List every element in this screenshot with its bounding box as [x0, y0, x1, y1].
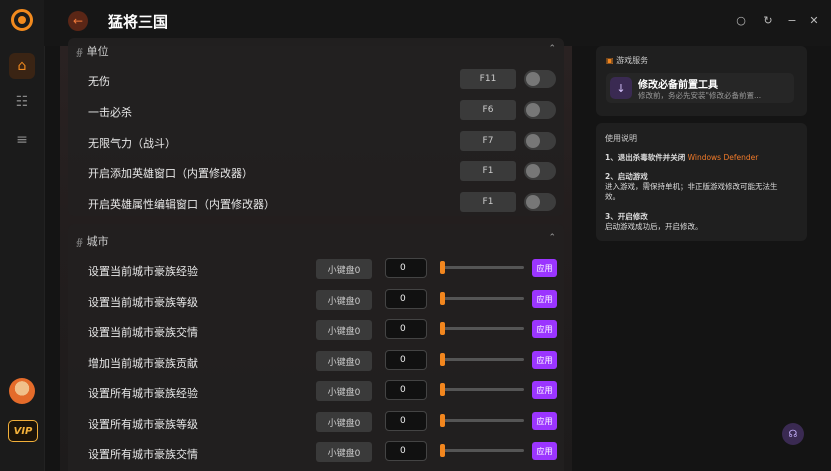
avatar[interactable]: [9, 378, 35, 404]
hotkey-button[interactable]: 小键盘0: [316, 412, 372, 432]
section-header: 使用说明: [605, 134, 637, 143]
apply-button[interactable]: 应用: [532, 442, 557, 460]
cheat-label: 一击必杀: [88, 106, 132, 119]
grid-icon: ∯: [76, 48, 84, 58]
list-item: 设置当前城市豪族经验 小键盘0 0 应用: [68, 255, 564, 285]
home-icon[interactable]: ⌂: [9, 53, 35, 79]
apply-button[interactable]: 应用: [532, 412, 557, 430]
hotkey-button[interactable]: 小键盘0: [316, 351, 372, 371]
cheat-label: 增加当前城市豪族贡献: [88, 357, 198, 370]
box-icon: ▣: [606, 56, 614, 65]
list-item: 开启英雄属性编辑窗口（内置修改器） F1: [68, 188, 564, 218]
cheat-label: 设置当前城市豪族等级: [88, 296, 198, 309]
hotkey-button[interactable]: F1: [460, 192, 516, 212]
sync-icon[interactable]: ↻: [760, 14, 776, 27]
step-2-text: 进入游戏，需保持单机；非正版游戏修改可能无法生: [605, 182, 778, 191]
value-input[interactable]: 0: [385, 258, 427, 278]
sidebar: ⌂ ☷ ≡ VIP: [0, 0, 45, 471]
list-item: 设置所有城市豪族等级 小键盘0 0 应用: [68, 408, 564, 438]
headset-icon[interactable]: ☊: [782, 423, 804, 445]
step-3-text: 启动游戏成功后，开启修改。: [605, 222, 703, 231]
list-item: 开启添加英雄窗口（内置修改器） F1: [68, 157, 564, 187]
cheat-toggle[interactable]: [524, 101, 556, 119]
hotkey-button[interactable]: 小键盘0: [316, 320, 372, 340]
apply-button[interactable]: 应用: [532, 290, 557, 308]
step-1: 1、退出杀毒软件并关闭 Windows Defender: [605, 153, 759, 162]
step-2-text: 效。: [605, 192, 620, 201]
step-2-title: 2、启动游戏: [605, 172, 648, 181]
vip-badge[interactable]: VIP: [8, 420, 38, 442]
hotkey-button[interactable]: 小键盘0: [316, 381, 372, 401]
hotkey-button[interactable]: F1: [460, 161, 516, 181]
grid-icon: ∯: [76, 238, 84, 248]
close-icon[interactable]: ✕: [806, 14, 822, 27]
cheat-label: 设置所有城市豪族等级: [88, 418, 198, 431]
tool-item[interactable]: ↓ 修改必备前置工具 修改前，务必先安装"修改必备前置...: [606, 73, 794, 103]
cheat-toggle[interactable]: [524, 162, 556, 180]
list-item: 设置所有城市豪族交情 小键盘0 0 应用: [68, 438, 564, 468]
list-item: 无伤 F11: [68, 65, 564, 95]
apply-button[interactable]: 应用: [532, 351, 557, 369]
cheat-label: 开启英雄属性编辑窗口（内置修改器）: [88, 198, 275, 211]
download-icon: ↓: [610, 77, 632, 99]
list-item: 一击必杀 F6: [68, 96, 564, 126]
section-city: ∯ 城市 ⌃ 设置当前城市豪族经验 小键盘0 0 应用 设置当前城市豪族等级 小…: [68, 224, 564, 471]
value-slider[interactable]: [440, 444, 524, 457]
logo-icon[interactable]: [11, 9, 33, 31]
section-header[interactable]: ∯ 城市: [76, 233, 109, 249]
list-item: 设置当前城市豪族交情 小键盘0 0 应用: [68, 316, 564, 346]
cheat-label: 设置当前城市豪族经验: [88, 265, 198, 278]
apply-button[interactable]: 应用: [532, 259, 557, 277]
game-service-card: ▣ 游戏服务 ↓ 修改必备前置工具 修改前，务必先安装"修改必备前置...: [596, 46, 807, 116]
cheat-label: 无伤: [88, 75, 110, 88]
tool-desc: 修改前，务必先安装"修改必备前置...: [638, 91, 762, 100]
hotkey-button[interactable]: F7: [460, 131, 516, 151]
cheat-toggle[interactable]: [524, 132, 556, 150]
gamepad-icon[interactable]: ☷: [9, 89, 35, 115]
shirt-icon[interactable]: ○: [733, 14, 749, 27]
apply-button[interactable]: 应用: [532, 320, 557, 338]
value-input[interactable]: 0: [385, 380, 427, 400]
value-slider[interactable]: [440, 414, 524, 427]
tool-name: 修改必备前置工具: [638, 80, 718, 91]
back-arrow-icon[interactable]: ←: [68, 11, 88, 31]
value-slider[interactable]: [440, 322, 524, 335]
value-slider[interactable]: [440, 353, 524, 366]
list-item: 无限气力（战斗） F7: [68, 127, 564, 157]
cheat-label: 设置所有城市豪族经验: [88, 387, 198, 400]
cheat-label: 设置所有城市豪族交情: [88, 448, 198, 461]
value-input[interactable]: 0: [385, 441, 427, 461]
step-3-title: 3、开启修改: [605, 212, 648, 221]
chevron-up-icon[interactable]: ⌃: [548, 233, 556, 243]
value-input[interactable]: 0: [385, 411, 427, 431]
value-slider[interactable]: [440, 383, 524, 396]
list-item: 设置当前城市豪族等级 小键盘0 0 应用: [68, 286, 564, 316]
cheat-toggle[interactable]: [524, 70, 556, 88]
value-input[interactable]: 0: [385, 319, 427, 339]
list-item: 设置所有城市豪族经验 小键盘0 0 应用: [68, 377, 564, 407]
hotkey-button[interactable]: 小键盘0: [316, 290, 372, 310]
page-title: 猛将三国: [108, 13, 169, 31]
chevron-up-icon[interactable]: ⌃: [548, 44, 556, 54]
cheat-toggle[interactable]: [524, 193, 556, 211]
hotkey-button[interactable]: 小键盘0: [316, 259, 372, 279]
section-unit: ∯ 单位 ⌃ 无伤 F11 一击必杀 F6 无限气力（战斗） F7 开启添加英雄…: [68, 38, 564, 216]
list-item: 增加当前城市豪族贡献 小键盘0 0 应用: [68, 347, 564, 377]
cheat-label: 无限气力（战斗）: [88, 137, 176, 150]
apply-button[interactable]: 应用: [532, 381, 557, 399]
section-header: ▣ 游戏服务: [606, 56, 649, 65]
hotkey-button[interactable]: 小键盘0: [316, 442, 372, 462]
value-input[interactable]: 0: [385, 350, 427, 370]
minimize-icon[interactable]: −: [784, 14, 800, 27]
hotkey-button[interactable]: F6: [460, 100, 516, 120]
value-slider[interactable]: [440, 292, 524, 305]
value-input[interactable]: 0: [385, 289, 427, 309]
instructions-card: 使用说明 1、退出杀毒软件并关闭 Windows Defender 2、启动游戏…: [596, 123, 807, 241]
value-slider[interactable]: [440, 261, 524, 274]
cheat-label: 设置当前城市豪族交情: [88, 326, 198, 339]
stack-icon[interactable]: ≡: [9, 127, 35, 153]
hotkey-button[interactable]: F11: [460, 69, 516, 89]
cheat-label: 开启添加英雄窗口（内置修改器）: [88, 167, 253, 180]
section-header[interactable]: ∯ 单位: [76, 43, 109, 59]
